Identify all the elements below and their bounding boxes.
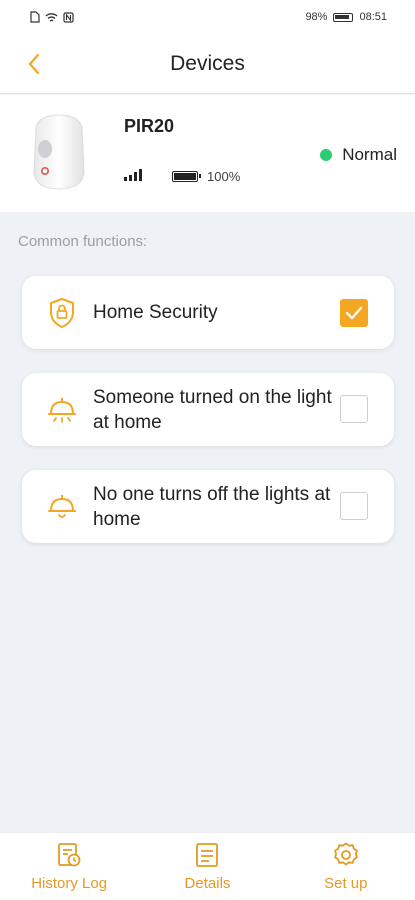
nfc-icon [63,11,74,23]
nav-label: Set up [324,875,368,892]
function-label: Home Security [93,302,218,323]
chevron-left-icon [28,53,40,75]
nav-history-log[interactable]: History Log [4,833,134,900]
status-bar-battery-icon [333,12,354,22]
light-on-icon [46,394,78,426]
sim-card-icon [30,11,40,23]
shield-lock-icon [46,297,78,329]
page-title: Devices [170,51,245,75]
nav-label: History Log [31,875,108,892]
battery-level: 100% [207,169,241,184]
status-bar-time: 08:51 [359,11,387,23]
checkmark-icon [345,306,363,320]
battery-icon [172,171,201,182]
status-bar-battery-percent: 98% [305,11,328,23]
light-off-icon [46,491,78,523]
device-card: PIR20 100% Normal [0,95,415,212]
status-dot [320,149,333,161]
gear-icon [334,842,358,866]
nav-set-up[interactable]: Set up [281,833,411,900]
signal-strength-icon [124,169,142,181]
home-security-checkbox[interactable] [340,299,368,327]
header: Devices [0,34,415,94]
function-card-light-off[interactable]: No one turns off the lights at home [22,470,394,543]
status-text: Normal [342,145,397,164]
status-bar-icons [30,11,74,23]
section-title: Common functions: [18,233,148,250]
status-bar: 98% 08:51 [0,0,415,34]
light-off-checkbox[interactable] [340,492,368,520]
function-card-light-on[interactable]: Someone turned on the light at home [22,373,394,446]
back-button[interactable] [20,50,48,78]
function-label: No one turns off the lights at home [93,484,331,530]
function-label: Someone turned on the light at home [93,387,332,433]
wifi-icon [45,12,58,22]
details-icon [196,843,219,867]
bottom-nav: History Log Details Set up [0,832,415,900]
device-status: Normal [320,145,397,165]
device-name: PIR20 [124,116,175,136]
light-on-checkbox[interactable] [340,395,368,423]
history-log-icon [58,843,81,867]
function-card-home-security[interactable]: Home Security [22,276,394,349]
nav-label: Details [184,875,231,892]
pir-sensor-image [33,114,85,190]
nav-details[interactable]: Details [142,833,272,900]
device-battery: 100% [172,169,240,184]
